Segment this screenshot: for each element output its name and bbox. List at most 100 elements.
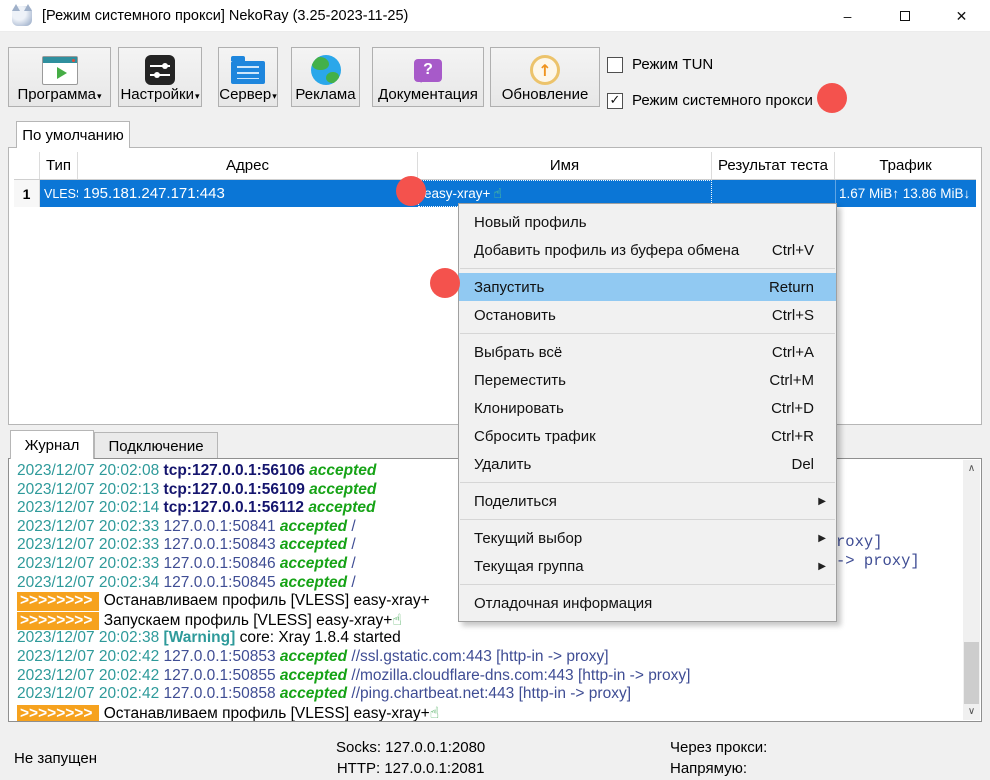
maximize-button[interactable] (876, 0, 933, 32)
log-segment: tcp:127.0.0.1:56109 (164, 481, 310, 498)
log-line: 2023/12/07 20:02:42 127.0.0.1:50853 acce… (17, 648, 961, 667)
header-type[interactable]: Тип (40, 152, 78, 179)
update-button[interactable]: Обновление (490, 47, 600, 107)
status-traffic-labels: Через прокси: Напрямую: (670, 737, 767, 779)
menu-separator (460, 333, 835, 334)
log-segment: accepted (280, 518, 352, 535)
question-bubble-icon (414, 54, 442, 86)
menu-separator (460, 268, 835, 269)
log-segment: Запускаем профиль [VLESS] easy-xray+ (99, 612, 392, 629)
header-name[interactable]: Имя (418, 152, 712, 179)
menu-item-label: Отладочная информация (474, 595, 826, 612)
scroll-up-icon[interactable]: ∧ (963, 460, 980, 477)
menu-separator (460, 482, 835, 483)
header-row-number[interactable] (14, 152, 40, 179)
menu-shortcut: Ctrl+A (772, 344, 826, 361)
minimize-button[interactable]: – (819, 0, 876, 32)
log-segment: accepted (280, 555, 352, 572)
scrollbar-thumb[interactable] (964, 642, 979, 704)
row-name-text: easy-xray+ (424, 186, 490, 201)
menu-item-label: Текущий выбор (474, 530, 818, 547)
table-header: Тип Адрес Имя Результат теста Трафик (14, 152, 976, 180)
log-line-fragment: roxy] (836, 533, 883, 552)
log-segment: accepted (280, 648, 352, 665)
ads-button[interactable]: Реклама (291, 47, 360, 107)
menu-shortcut: Ctrl+R (771, 428, 826, 445)
row-traffic-cell[interactable]: 1.67 MiB↑ 13.86 MiB↓ (835, 180, 976, 207)
menu-item-отладочная-информация[interactable]: Отладочная информация (459, 589, 836, 617)
system-proxy-label: Режим системного прокси (632, 92, 813, 109)
header-address[interactable]: Адрес (78, 152, 418, 179)
annotation-dot (396, 176, 426, 206)
checkbox-unchecked-icon (607, 57, 623, 73)
log-segment: 127.0.0.1:50843 (164, 536, 280, 553)
close-button[interactable]: ✕ (933, 0, 990, 32)
app-icon (12, 6, 32, 26)
menu-item-новый-профиль[interactable]: Новый профиль (459, 208, 836, 236)
log-segment: 127.0.0.1:50858 (164, 685, 280, 702)
settings-button[interactable]: Настройки▾ (118, 47, 202, 107)
menu-item-текущая-группа[interactable]: Текущая группа▶ (459, 552, 836, 580)
group-tab-default[interactable]: По умолчанию (16, 121, 130, 148)
log-segment: accepted (280, 685, 352, 702)
log-segment: accepted (280, 667, 352, 684)
dropdown-caret-icon: ▾ (97, 88, 102, 104)
annotation-dot (817, 83, 847, 113)
menu-item-label: Текущая группа (474, 558, 818, 575)
dropdown-caret-icon: ▾ (272, 88, 277, 104)
scroll-down-icon[interactable]: ∨ (963, 703, 980, 720)
documentation-button[interactable]: Документация (372, 47, 484, 107)
log-segment: 2023/12/07 20:02:42 (17, 667, 164, 684)
hand-icon: ☝ (430, 704, 439, 722)
log-chevron-marker: >>>>>>>> (17, 705, 99, 722)
log-segment: accepted (308, 499, 375, 516)
context-menu: Новый профиль Добавить профиль из буфера … (458, 203, 837, 622)
menu-item-поделиться[interactable]: Поделиться▶ (459, 487, 836, 515)
log-segment: / (351, 574, 355, 591)
menu-item-запустить[interactable]: ЗапуститьReturn (459, 273, 836, 301)
log-scrollbar[interactable]: ∧ ∨ (963, 460, 980, 720)
tun-mode-checkbox[interactable]: Режим TUN (607, 56, 713, 73)
menu-item-остановить[interactable]: ОстановитьCtrl+S (459, 301, 836, 329)
program-button[interactable]: Программа▾ (8, 47, 111, 107)
server-button[interactable]: Сервер▾ (218, 47, 278, 107)
log-line: 2023/12/07 20:02:42 127.0.0.1:50855 acce… (17, 667, 961, 686)
menu-shortcut: Return (769, 279, 826, 296)
menu-item-добавить-профиль-из-буфера-обмена[interactable]: Добавить профиль из буфера обменаCtrl+V (459, 236, 836, 264)
menu-item-label: Новый профиль (474, 214, 826, 231)
header-traffic[interactable]: Трафик (835, 152, 976, 179)
log-segment: core: Xray 1.8.4 started (240, 629, 401, 646)
menu-item-label: Сбросить трафик (474, 428, 771, 445)
log-segment: 2023/12/07 20:02:33 (17, 555, 164, 572)
menu-item-label: Остановить (474, 307, 772, 324)
status-proxy-ports: Socks: 127.0.0.1:2080 HTTP: 127.0.0.1:20… (336, 737, 485, 779)
menu-separator (460, 584, 835, 585)
menu-item-текущий-выбор[interactable]: Текущий выбор▶ (459, 524, 836, 552)
submenu-arrow-icon: ▶ (818, 561, 826, 572)
system-proxy-checkbox[interactable]: ✓ Режим системного прокси (607, 92, 813, 109)
menu-shortcut: Ctrl+S (772, 307, 826, 324)
titlebar: [Режим системного прокси] NekoRay (3.25-… (0, 0, 990, 32)
status-direct: Напрямую: (670, 758, 767, 779)
menu-item-удалить[interactable]: УдалитьDel (459, 450, 836, 478)
status-socks: Socks: 127.0.0.1:2080 (336, 737, 485, 758)
window-controls: – ✕ (819, 0, 990, 31)
row-address-cell[interactable]: 195.181.247.171:443 (78, 180, 418, 207)
menu-item-клонировать[interactable]: КлонироватьCtrl+D (459, 394, 836, 422)
tab-connections[interactable]: Подключение (94, 432, 218, 459)
log-segment: 2023/12/07 20:02:08 (17, 462, 164, 479)
log-segment: 127.0.0.1:50855 (164, 667, 280, 684)
tab-log[interactable]: Журнал (10, 430, 94, 459)
window-title: [Режим системного прокси] NekoRay (3.25-… (42, 8, 408, 24)
status-state: Не запущен (14, 750, 97, 767)
header-test-result[interactable]: Результат теста (712, 152, 835, 179)
row-number-cell[interactable]: 1 (14, 180, 40, 207)
menu-item-переместить[interactable]: ПереместитьCtrl+M (459, 366, 836, 394)
menu-item-сбросить-трафик[interactable]: Сбросить трафикCtrl+R (459, 422, 836, 450)
documentation-button-label: Документация (378, 87, 478, 103)
log-segment: 2023/12/07 20:02:42 (17, 685, 164, 702)
submenu-arrow-icon: ▶ (818, 496, 826, 507)
log-line-fragment: -> proxy] (836, 552, 920, 571)
menu-item-выбрать-всё[interactable]: Выбрать всёCtrl+A (459, 338, 836, 366)
row-type-cell[interactable]: VLESS (40, 180, 78, 207)
